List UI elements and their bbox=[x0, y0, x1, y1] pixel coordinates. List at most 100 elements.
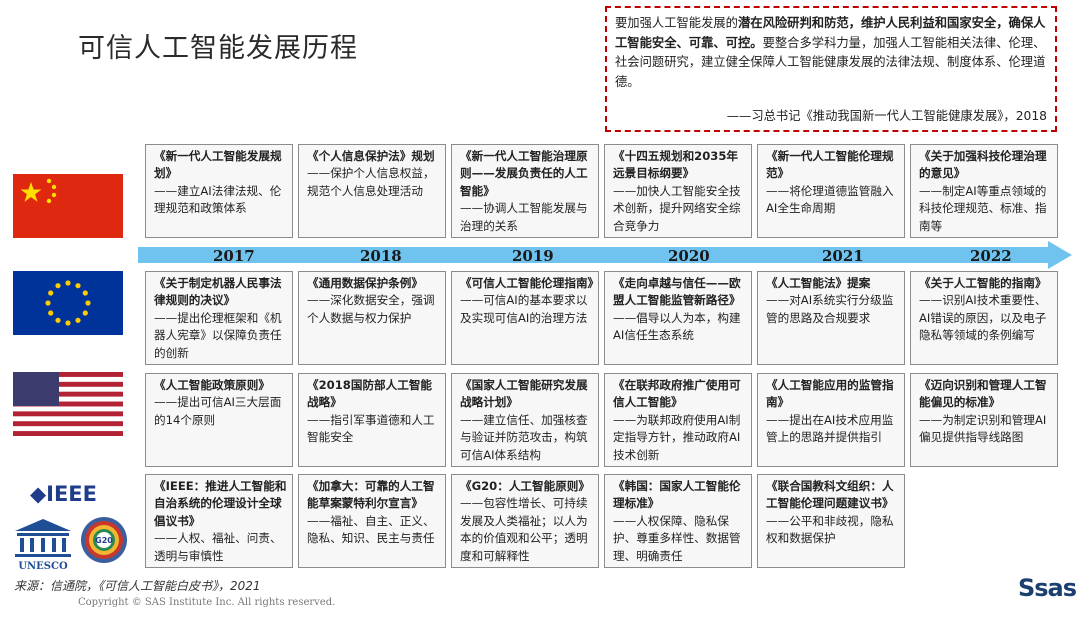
eu-star-icon bbox=[65, 320, 71, 326]
policy-title: 《国家人工智能研究发展战略计划》 bbox=[460, 378, 588, 410]
policy-description: ——可信AI的基本要求以及实现可信AI的治理方法 bbox=[460, 293, 588, 325]
policy-description: ——人权保障、隐私保护、尊重多样性、数据管理、明确责任 bbox=[613, 513, 741, 563]
policy-description: ——指引军事道德和人工智能安全 bbox=[307, 412, 435, 445]
year-label: 2017 bbox=[213, 247, 255, 265]
footer-source: 来源：信通院，《可信人工智能白皮书》，2021 bbox=[14, 579, 261, 593]
year-label: 2022 bbox=[970, 247, 1012, 265]
eu-star-icon bbox=[65, 280, 71, 286]
policy-title: 《走向卓越与信任——欧盟人工智能监管新路径》 bbox=[613, 276, 741, 308]
unesco-text: UNESCO bbox=[18, 561, 68, 572]
policy-description: ——提出在AI技术应用监管上的思路并提供指引 bbox=[766, 412, 894, 445]
eu-flag-icon bbox=[13, 271, 123, 335]
policy-description: ——福祉、自主、正义、隐私、知识、民主与责任 bbox=[307, 513, 435, 546]
year-label: 2020 bbox=[668, 247, 710, 265]
eu-star-icon bbox=[55, 317, 61, 323]
policy-description: ——建立信任、加强核查与验证并防范攻击，构筑可信AI体系结构 bbox=[460, 412, 588, 462]
policy-title: 《关于加强科技伦理治理的意见》 bbox=[919, 149, 1047, 181]
eu-star-icon bbox=[48, 290, 54, 296]
policy-card-eu: 《走向卓越与信任——欧盟人工智能监管新路径》 ——倡导以人为本，构建AI信任生态系… bbox=[604, 271, 752, 365]
policy-card-china: 《个人信息保护法》规划 ——保护个人信息权益，规范个人信息处理活动 bbox=[298, 144, 446, 238]
us-stripe bbox=[13, 431, 123, 436]
policy-title: 《十四五规划和2035年远景目标纲要》 bbox=[613, 149, 739, 181]
policy-title: 《通用数据保护条例》 bbox=[307, 276, 423, 290]
us-stripe bbox=[13, 421, 123, 427]
policy-description: ——协调人工智能发展与治理的关系 bbox=[460, 201, 588, 233]
policy-title: 《在联邦政府推广使用可信人工智能》 bbox=[613, 378, 741, 410]
policy-card-intl: 《联合国教科文组织：人工智能伦理问题建议书》 ——公平和非歧视，隐私权和数据保护 bbox=[757, 474, 905, 568]
policy-card-eu: 《关于制定机器人民事法律规则的决议》 ——提出伦理框架和《机器人宪章》以保障负责任… bbox=[145, 271, 293, 365]
us-stripe bbox=[13, 411, 123, 417]
policy-card-us: 《人工智能应用的监管指南》 ——提出在AI技术应用监管上的思路并提供指引 bbox=[757, 373, 905, 467]
policy-card-eu: 《关于人工智能的指南》 ——识别AI技术重要性、AI错误的原因，以及电子隐私等领域… bbox=[910, 271, 1058, 365]
eu-star-icon bbox=[48, 310, 54, 316]
policy-card-china: 《新一代人工智能发展规划》 ——建立AI法律法规、伦理规范和政策体系 bbox=[145, 144, 293, 238]
policy-card-us: 《国家人工智能研究发展战略计划》 ——建立信任、加强核查与验证并防范攻击，构筑可信… bbox=[451, 373, 599, 467]
policy-description: ——为制定识别和管理AI偏见提供指导线路图 bbox=[919, 412, 1047, 445]
policy-title: 《关于人工智能的指南》 bbox=[919, 276, 1047, 290]
policy-card-us: 《迈向识别和管理人工智能偏见的标准》 ——为制定识别和管理AI偏见提供指导线路图 bbox=[910, 373, 1058, 467]
policy-card-eu: 《人工智能法》提案 ——对AI系统实行分级监管的思路及合规要求 bbox=[757, 271, 905, 365]
quote-prefix: 要加强人工智能发展的 bbox=[615, 16, 738, 30]
policy-card-china: 《十四五规划和2035年远景目标纲要》 ——加快人工智能安全技术创新，提升网络安全… bbox=[604, 144, 752, 238]
policy-card-intl: 《加拿大：可靠的人工智能草案蒙特利尔宣言》 ——福祉、自主、正义、隐私、知识、民主… bbox=[298, 474, 446, 568]
policy-card-us: 《2018国防部人工智能战略》 ——指引军事道德和人工智能安全 bbox=[298, 373, 446, 467]
policy-title: 《人工智能应用的监管指南》 bbox=[766, 378, 894, 410]
policy-description: ——提出伦理框架和《机器人宪章》以保障负责任的创新 bbox=[154, 310, 282, 360]
policy-description: ——公平和非歧视，隐私权和数据保护 bbox=[766, 513, 894, 546]
policy-title: 《新一代人工智能伦理规范》 bbox=[766, 149, 894, 181]
eu-star-icon bbox=[82, 310, 88, 316]
g20-text: G20 bbox=[95, 536, 113, 545]
eu-star-icon bbox=[75, 317, 81, 323]
unesco-logo: UNESCO bbox=[15, 519, 71, 572]
policy-title: 《联合国教科文组织：人工智能伦理问题建议书》 bbox=[766, 479, 894, 511]
us-flag-icon bbox=[13, 372, 123, 436]
policy-card-china: 《关于加强科技伦理治理的意见》 ——制定AI等重点领域的科技伦理规范、标准、指南等 bbox=[910, 144, 1058, 238]
quote-box: 要加强人工智能发展的潜在风险研判和防范，维护人民利益和国家安全，确保人工智能安全… bbox=[605, 6, 1057, 132]
eu-star-icon bbox=[45, 300, 51, 306]
policy-description: ——人权、福祉、问责、透明与审慎性 bbox=[154, 531, 282, 563]
china-flag-icon bbox=[13, 174, 123, 238]
sas-logo: Ssas bbox=[1017, 574, 1077, 602]
policy-description: ——将伦理道德监管融入AI全生命周期 bbox=[766, 183, 894, 216]
policy-description: ——深化数据安全，强调个人数据与权力保护 bbox=[307, 293, 435, 325]
policy-description: ——包容性增长、可持续发展及人类福祉；以人为本的价值观和公平；透明度和可解释性 bbox=[460, 496, 588, 563]
policy-description: ——制定AI等重点领域的科技伦理规范、标准、指南等 bbox=[919, 183, 1047, 233]
quote-source: ——习总书记《推动我国新一代人工智能健康发展》，2018 bbox=[726, 108, 1047, 123]
policy-card-eu: 《可信人工智能伦理指南》 ——可信AI的基本要求以及实现可信AI的治理方法 bbox=[451, 271, 599, 365]
policy-card-intl: 《G20：人工智能原则》 ——包容性增长、可持续发展及人类福祉；以人为本的价值观和… bbox=[451, 474, 599, 568]
policy-title: 《2018国防部人工智能战略》 bbox=[307, 378, 433, 410]
policy-description: ——加快人工智能安全技术创新，提升网络安全综合竞争力 bbox=[613, 183, 741, 233]
policy-card-china: 《新一代人工智能治理原则——发展负责任的人工智能》 ——协调人工智能发展与治理的关… bbox=[451, 144, 599, 238]
year-label: 2021 bbox=[822, 247, 864, 265]
policy-card-china: 《新一代人工智能伦理规范》 ——将伦理道德监管融入AI全生命周期 bbox=[757, 144, 905, 238]
policy-title: 《人工智能政策原则》 bbox=[154, 378, 270, 392]
policy-title: 《可信人工智能伦理指南》 bbox=[460, 276, 599, 290]
policy-description: ——为联邦政府使用AI制定指导方针，推动政府AI技术创新 bbox=[613, 412, 741, 462]
year-label: 2018 bbox=[360, 247, 402, 265]
page-title: 可信人工智能发展历程 bbox=[78, 33, 358, 64]
policy-title: 《IEEE：推进人工智能和自治系统的伦理设计全球倡议书》 bbox=[154, 479, 287, 528]
policy-title: 《新一代人工智能治理原则——发展负责任的人工智能》 bbox=[460, 149, 588, 198]
policy-description: ——保护个人信息权益，规范个人信息处理活动 bbox=[307, 166, 435, 198]
policy-title: 《迈向识别和管理人工智能偏见的标准》 bbox=[919, 378, 1047, 410]
eu-star-icon bbox=[85, 300, 91, 306]
policy-title: 《新一代人工智能发展规划》 bbox=[154, 149, 282, 181]
year-label: 2019 bbox=[512, 247, 554, 265]
ieee-logo: ◆IEEE bbox=[30, 482, 97, 506]
copyright: Copyright © SAS Institute Inc. All right… bbox=[78, 597, 336, 608]
policy-description: ——倡导以人为本，构建AI信任生态系统 bbox=[613, 310, 741, 343]
policy-title: 《韩国：国家人工智能伦理标准》 bbox=[613, 479, 741, 511]
eu-star-icon bbox=[55, 283, 61, 289]
g20-logo: G20 bbox=[81, 517, 127, 563]
policy-card-eu: 《通用数据保护条例》 ——深化数据安全，强调个人数据与权力保护 bbox=[298, 271, 446, 365]
policy-card-intl: 《IEEE：推进人工智能和自治系统的伦理设计全球倡议书》 ——人权、福祉、问责、透… bbox=[145, 474, 293, 568]
timeline-arrow bbox=[138, 241, 1072, 269]
policy-description: ——提出可信AI三大层面的14个原则 bbox=[154, 395, 282, 427]
policy-description: ——识别AI技术重要性、AI错误的原因，以及电子隐私等领域的条例编写 bbox=[919, 293, 1047, 343]
policy-title: 《个人信息保护法》规划 bbox=[307, 149, 435, 163]
policy-title: 《关于制定机器人民事法律规则的决议》 bbox=[154, 276, 282, 308]
policy-title: 《G20：人工智能原则》 bbox=[460, 479, 590, 493]
policy-card-us: 《在联邦政府推广使用可信人工智能》 ——为联邦政府使用AI制定指导方针，推动政府A… bbox=[604, 373, 752, 467]
policy-description: ——对AI系统实行分级监管的思路及合规要求 bbox=[766, 293, 894, 325]
policy-title: 《加拿大：可靠的人工智能草案蒙特利尔宣言》 bbox=[307, 479, 435, 511]
